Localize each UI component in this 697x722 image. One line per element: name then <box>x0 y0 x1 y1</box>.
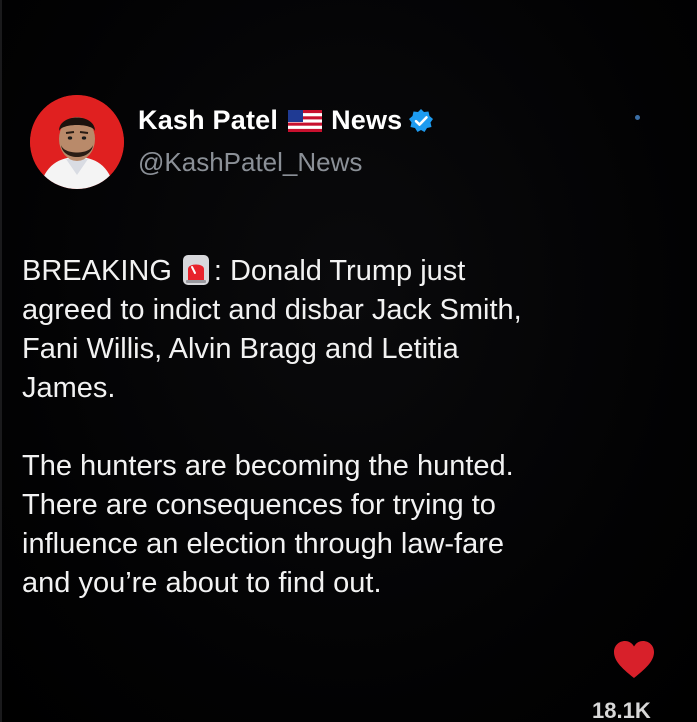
text-line: Fani Willis, Alvin Bragg and Letitia <box>22 333 459 365</box>
post-paragraph-1: BREAKING : Donald Trump just agreed to i… <box>22 252 682 408</box>
text-line: James. <box>22 372 116 404</box>
text-line: BREAKING : Donald Trump just <box>22 252 682 291</box>
breaking-label: BREAKING <box>22 255 172 287</box>
siren-emoji-icon <box>182 255 210 285</box>
us-flag-icon <box>288 109 323 132</box>
text-line-1-rest: : Donald Trump just <box>213 255 466 287</box>
author-name[interactable]: Kash Patel <box>138 105 278 136</box>
post-screen: Kash Patel News @KashPatel_News BREAKING… <box>0 0 697 722</box>
text-line: agreed to indict and disbar Jack Smith, <box>22 294 522 326</box>
text-line: The hunters are becoming the hunted. <box>22 450 514 482</box>
verified-badge-icon <box>408 108 434 134</box>
post-paragraph-2: The hunters are becoming the hunted. The… <box>22 447 682 603</box>
text-line: influence an election through law-fare <box>22 528 505 560</box>
post-text: BREAKING : Donald Trump just agreed to i… <box>22 252 682 603</box>
like-count: 18.1K <box>592 698 651 722</box>
heart-icon[interactable] <box>612 640 656 680</box>
more-options-icon[interactable] <box>635 115 640 120</box>
text-line: and you’re about to find out. <box>22 567 382 599</box>
author-handle[interactable]: @KashPatel_News <box>138 147 362 178</box>
post-header: Kash Patel News @KashPatel_News <box>30 95 670 190</box>
author-avatar[interactable] <box>30 95 124 189</box>
author-name-row[interactable]: Kash Patel News <box>138 105 434 136</box>
text-line: There are consequences for trying to <box>22 489 496 521</box>
author-name-suffix[interactable]: News <box>331 105 402 136</box>
